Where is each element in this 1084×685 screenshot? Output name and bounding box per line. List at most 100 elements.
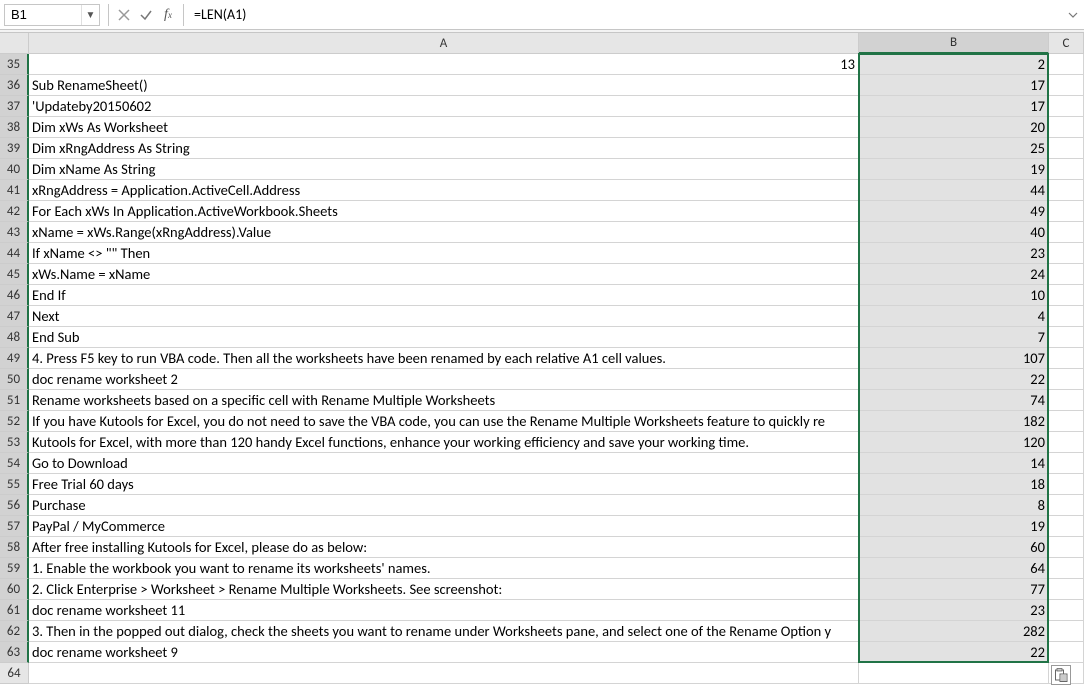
row-header[interactable]: 61 (0, 600, 29, 621)
row-header[interactable]: 45 (0, 264, 29, 285)
row-header[interactable]: 46 (0, 285, 29, 306)
cell-A58[interactable]: After free installing Kutools for Excel,… (29, 537, 859, 558)
cell-B64[interactable] (859, 663, 1049, 684)
cell-C42[interactable] (1049, 201, 1084, 222)
formula-input[interactable]: =LEN(A1) (188, 0, 1062, 29)
row-header[interactable]: 62 (0, 621, 29, 642)
cell-A38[interactable]: Dim xWs As Worksheet (29, 117, 859, 138)
cell-C39[interactable] (1049, 138, 1084, 159)
row-header[interactable]: 54 (0, 453, 29, 474)
row-header[interactable]: 52 (0, 411, 29, 432)
row-header[interactable]: 44 (0, 243, 29, 264)
expand-formula-bar-button[interactable] (1062, 10, 1084, 20)
cell-A43[interactable]: xName = xWs.Range(xRngAddress).Value (29, 222, 859, 243)
cell-C44[interactable] (1049, 243, 1084, 264)
cell-B63[interactable]: 22 (859, 642, 1049, 663)
row-header[interactable]: 41 (0, 180, 29, 201)
cell-C57[interactable] (1049, 516, 1084, 537)
cell-B38[interactable]: 20 (859, 117, 1049, 138)
cell-B47[interactable]: 4 (859, 306, 1049, 327)
cell-A39[interactable]: Dim xRngAddress As String (29, 138, 859, 159)
row-header[interactable]: 56 (0, 495, 29, 516)
cell-C50[interactable] (1049, 369, 1084, 390)
row-header[interactable]: 51 (0, 390, 29, 411)
cell-A36[interactable]: Sub RenameSheet() (29, 75, 859, 96)
insert-function-button[interactable]: fx (157, 4, 179, 26)
cell-C61[interactable] (1049, 600, 1084, 621)
name-box-dropdown[interactable]: ▼ (81, 5, 99, 25)
paste-options-button[interactable] (1051, 665, 1071, 685)
cell-C49[interactable] (1049, 348, 1084, 369)
cell-B50[interactable]: 22 (859, 369, 1049, 390)
cell-C38[interactable] (1049, 117, 1084, 138)
cell-C60[interactable] (1049, 579, 1084, 600)
cell-A46[interactable]: End If (29, 285, 859, 306)
cell-A59[interactable]: 1. Enable the workbook you want to renam… (29, 558, 859, 579)
cell-C55[interactable] (1049, 474, 1084, 495)
cell-C47[interactable] (1049, 306, 1084, 327)
cell-B39[interactable]: 25 (859, 138, 1049, 159)
cell-B60[interactable]: 77 (859, 579, 1049, 600)
cell-B42[interactable]: 49 (859, 201, 1049, 222)
cell-A37[interactable]: 'Updateby20150602 (29, 96, 859, 117)
cell-A53[interactable]: Kutools for Excel, with more than 120 ha… (29, 432, 859, 453)
row-header[interactable]: 37 (0, 96, 29, 117)
worksheet-grid[interactable]: ABC 353637383940414243444546474849505152… (0, 33, 1084, 677)
column-header-B[interactable]: B (859, 33, 1049, 54)
cell-A41[interactable]: xRngAddress = Application.ActiveCell.Add… (29, 180, 859, 201)
row-header[interactable]: 43 (0, 222, 29, 243)
cell-B56[interactable]: 8 (859, 495, 1049, 516)
cell-A42[interactable]: For Each xWs In Application.ActiveWorkbo… (29, 201, 859, 222)
name-box[interactable] (5, 7, 81, 22)
row-header[interactable]: 39 (0, 138, 29, 159)
cell-A48[interactable]: End Sub (29, 327, 859, 348)
row-header[interactable]: 42 (0, 201, 29, 222)
cell-A62[interactable]: 3. Then in the popped out dialog, check … (29, 621, 859, 642)
cell-B45[interactable]: 24 (859, 264, 1049, 285)
cell-A60[interactable]: 2. Click Enterprise > Worksheet > Rename… (29, 579, 859, 600)
cell-B54[interactable]: 14 (859, 453, 1049, 474)
row-header[interactable]: 40 (0, 159, 29, 180)
cell-A63[interactable]: doc rename worksheet 9 (29, 642, 859, 663)
cell-B37[interactable]: 17 (859, 96, 1049, 117)
cell-A56[interactable]: Purchase (29, 495, 859, 516)
cell-C59[interactable] (1049, 558, 1084, 579)
cell-A47[interactable]: Next (29, 306, 859, 327)
row-header[interactable]: 59 (0, 558, 29, 579)
row-header[interactable]: 57 (0, 516, 29, 537)
cell-C41[interactable] (1049, 180, 1084, 201)
cell-C54[interactable] (1049, 453, 1084, 474)
cell-A45[interactable]: xWs.Name = xName (29, 264, 859, 285)
enter-formula-button[interactable] (135, 4, 157, 26)
cell-C46[interactable] (1049, 285, 1084, 306)
cell-A61[interactable]: doc rename worksheet 11 (29, 600, 859, 621)
cell-A57[interactable]: PayPal / MyCommerce (29, 516, 859, 537)
cell-C63[interactable] (1049, 642, 1084, 663)
row-header[interactable]: 48 (0, 327, 29, 348)
cell-A35[interactable]: 13 (29, 54, 859, 75)
cell-B35[interactable]: 2 (859, 54, 1049, 75)
cell-C48[interactable] (1049, 327, 1084, 348)
cell-B59[interactable]: 64 (859, 558, 1049, 579)
cell-B43[interactable]: 40 (859, 222, 1049, 243)
cell-B53[interactable]: 120 (859, 432, 1049, 453)
row-header[interactable]: 53 (0, 432, 29, 453)
cell-A55[interactable]: Free Trial 60 days (29, 474, 859, 495)
cell-C45[interactable] (1049, 264, 1084, 285)
row-header[interactable]: 49 (0, 348, 29, 369)
row-header[interactable]: 64 (0, 663, 29, 684)
cell-C51[interactable] (1049, 390, 1084, 411)
cell-C52[interactable] (1049, 411, 1084, 432)
cell-A40[interactable]: Dim xName As String (29, 159, 859, 180)
cell-B44[interactable]: 23 (859, 243, 1049, 264)
row-header[interactable]: 47 (0, 306, 29, 327)
cell-A49[interactable]: 4. Press F5 key to run VBA code. Then al… (29, 348, 859, 369)
row-header[interactable]: 50 (0, 369, 29, 390)
cell-B51[interactable]: 74 (859, 390, 1049, 411)
cell-A44[interactable]: If xName <> "" Then (29, 243, 859, 264)
cell-B48[interactable]: 7 (859, 327, 1049, 348)
cell-A51[interactable]: Rename worksheets based on a specific ce… (29, 390, 859, 411)
select-all-corner[interactable] (0, 33, 29, 54)
column-header-C[interactable]: C (1049, 33, 1084, 54)
cell-C37[interactable] (1049, 96, 1084, 117)
